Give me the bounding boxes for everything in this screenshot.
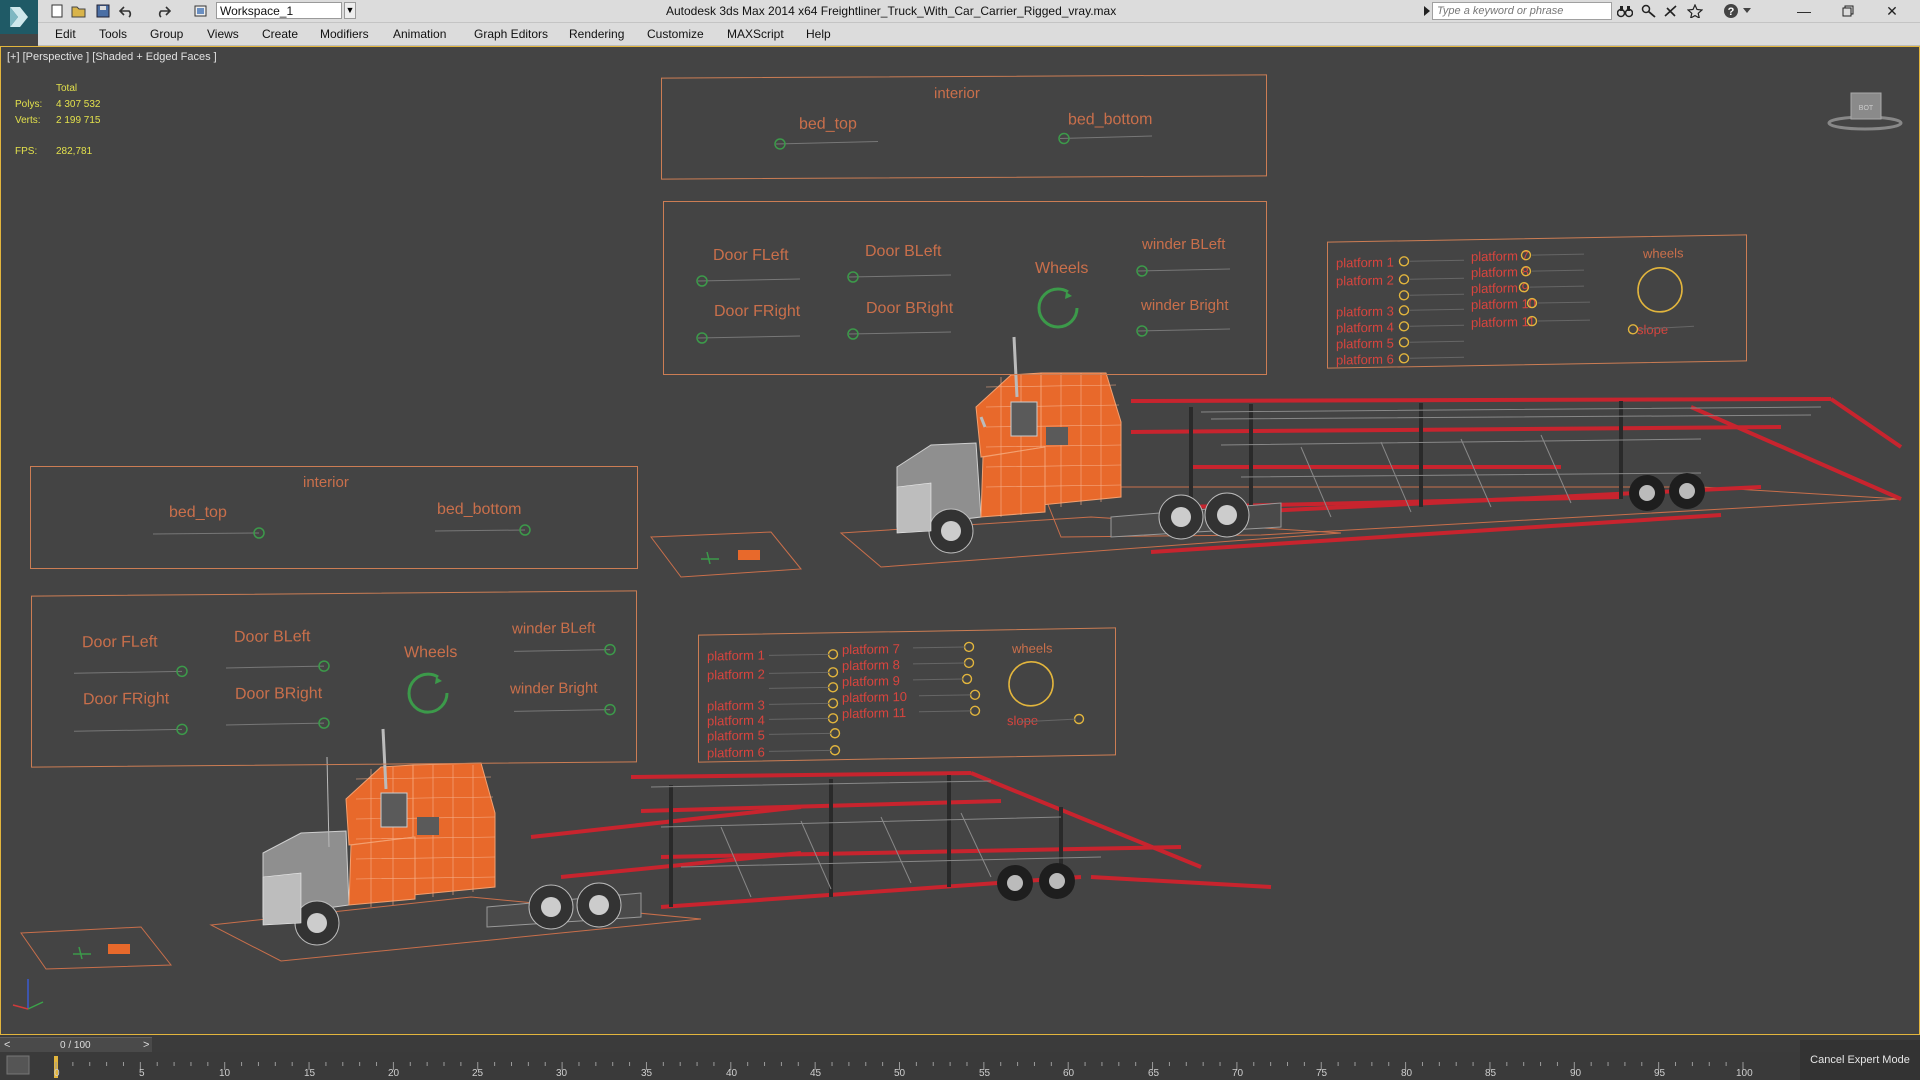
minimize-icon[interactable]: — [1782, 0, 1826, 22]
tick-label: 20 [388, 1068, 400, 1079]
menu-tools[interactable]: Tools [99, 27, 127, 41]
platform-6-label: platform 6 [1336, 351, 1394, 368]
menu-animation[interactable]: Animation [393, 27, 446, 41]
key-icon[interactable] [1640, 2, 1658, 20]
menu-create[interactable]: Create [262, 27, 298, 41]
platform-3-label: platform 3 [1336, 303, 1394, 320]
tick-label: 5 [139, 1068, 145, 1079]
wheels-rotate-icon-2 [407, 672, 449, 714]
wheels-caption: Wheels [1035, 260, 1089, 277]
doors-panel-top: Door FLeft Door BLeft Door FRight Door B… [663, 201, 1267, 375]
menu-views[interactable]: Views [207, 27, 239, 41]
title-bar: Workspace_1 ▼ Autodesk 3ds Max 2014 x64 … [0, 0, 1920, 23]
perspective-viewport[interactable]: [+] [Perspective ] [Shaded + Edged Faces… [0, 46, 1920, 1035]
interior-title: interior [934, 84, 980, 103]
help-icon[interactable]: ? [1722, 2, 1740, 20]
time-frame-readout: 0 / 100 [60, 1040, 91, 1051]
menu-help[interactable]: Help [806, 27, 831, 41]
window-title: Autodesk 3ds Max 2014 x64 Freightliner_T… [666, 4, 1117, 18]
door-fright-label: Door FRight [714, 303, 801, 320]
door-bleft-label-2: Door BLeft [234, 628, 311, 646]
satellite-icon[interactable] [1662, 2, 1680, 20]
binoculars-icon[interactable] [1616, 2, 1634, 20]
door-bright-label-2: Door BRight [235, 685, 323, 703]
tick-label: 70 [1232, 1068, 1244, 1079]
interior-panel-top: interior bed_top bed_bottom [661, 74, 1267, 180]
door-bright-label: Door BRight [866, 300, 954, 317]
platform-4-label: platform 4 [1336, 319, 1394, 336]
tick-label: 25 [472, 1068, 484, 1079]
bed-top-label: bed_top [799, 115, 857, 133]
app-logo[interactable] [0, 0, 38, 34]
winder-bright-label: winder Bright [1141, 297, 1229, 314]
redo-icon[interactable] [154, 2, 172, 20]
interior-title-2: interior [303, 474, 349, 491]
cancel-expert-mode-button[interactable]: Cancel Expert Mode [1800, 1040, 1920, 1080]
svg-text:?: ? [1728, 6, 1735, 18]
star-icon[interactable] [1686, 2, 1704, 20]
tick-label: 50 [894, 1068, 906, 1079]
platform-5-label: platform 5 [1336, 335, 1394, 352]
menu-customize[interactable]: Customize [647, 27, 704, 41]
wheels-rotate-icon [1037, 287, 1079, 329]
tick-label: 10 [219, 1068, 231, 1079]
tick-label: 95 [1654, 1068, 1666, 1079]
menu-bar: Edit Tools Group Views Create Modifiers … [38, 23, 1920, 46]
tick-label: 60 [1063, 1068, 1075, 1079]
bed-bottom-label: bed_bottom [1068, 111, 1153, 129]
platform-1-label: platform 1 [1336, 254, 1394, 271]
tick-label: 0 [54, 1068, 60, 1079]
help-dropdown-icon[interactable] [1742, 2, 1752, 20]
helper-plane-bottom [20, 926, 173, 970]
door-bleft-label: Door BLeft [865, 243, 942, 260]
save-icon[interactable] [94, 2, 112, 20]
menu-maxscript[interactable]: MAXScript [727, 27, 784, 41]
search-input[interactable]: Type a keyword or phrase [1432, 2, 1612, 20]
winder-bleft-label-2: winder BLeft [512, 619, 596, 638]
tick-label: 40 [726, 1068, 738, 1079]
tick-label: 65 [1148, 1068, 1160, 1079]
undo-icon[interactable] [118, 2, 136, 20]
door-fleft-label: Door FLeft [713, 247, 789, 264]
time-next-icon[interactable]: > [143, 1039, 149, 1051]
tick-label: 80 [1401, 1068, 1413, 1079]
tick-label: 85 [1485, 1068, 1497, 1079]
new-file-icon[interactable] [48, 2, 66, 20]
winder-bleft-label: winder BLeft [1142, 236, 1226, 253]
menu-rendering[interactable]: Rendering [569, 27, 624, 41]
tick-label: 45 [810, 1068, 822, 1079]
bed-top-label-2: bed_top [169, 504, 227, 521]
tick-label: 100 [1736, 1068, 1753, 1079]
open-file-icon[interactable] [70, 2, 88, 20]
menu-group[interactable]: Group [150, 27, 183, 41]
doors-panel-bottom: Door FLeft Door BLeft Door FRight Door B… [31, 590, 637, 768]
platforms-panel-top: platform 1 platform 2 platform 3 platfor… [1327, 234, 1747, 369]
restore-icon[interactable] [1826, 0, 1870, 22]
project-folder-icon[interactable] [192, 2, 210, 20]
platforms-panel-bottom: platform 1 platform 2 platform 3 platfor… [698, 627, 1116, 763]
winder-bright-label-2: winder Bright [510, 679, 598, 698]
menu-edit[interactable]: Edit [55, 27, 76, 41]
interior-panel-bottom: interior bed_top bed_bottom [30, 466, 638, 569]
tick-label: 35 [641, 1068, 653, 1079]
close-icon[interactable]: ✕ [1870, 0, 1914, 22]
door-fleft-label-2: Door FLeft [82, 633, 158, 652]
tick-label: 30 [556, 1068, 568, 1079]
helper-plane-top [650, 531, 802, 578]
axis-tripod-icon [12, 979, 44, 1010]
tick-label: 15 [304, 1068, 316, 1079]
door-fright-label-2: Door FRight [83, 690, 170, 709]
tick-label: 75 [1316, 1068, 1328, 1079]
bed-bottom-label-2: bed_bottom [437, 501, 522, 518]
menu-graph-editors[interactable]: Graph Editors [474, 27, 548, 41]
tick-label: 90 [1570, 1068, 1582, 1079]
platform-2-label: platform 2 [1336, 272, 1394, 289]
workspace-dropdown[interactable]: Workspace_1 [216, 2, 342, 19]
tick-label: 55 [979, 1068, 991, 1079]
wheels-caption-2: Wheels [404, 643, 458, 662]
time-prev-icon[interactable]: < [4, 1039, 10, 1051]
menu-modifiers[interactable]: Modifiers [320, 27, 369, 41]
workspace-dropdown-arrow[interactable]: ▼ [344, 2, 356, 19]
